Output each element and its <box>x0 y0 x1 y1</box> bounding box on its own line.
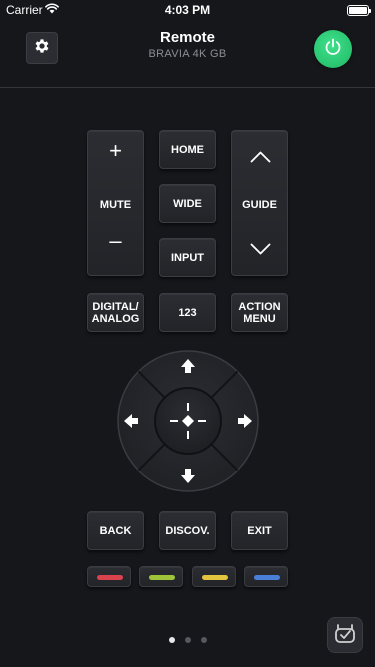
power-icon <box>323 37 343 62</box>
guide-button[interactable]: GUIDE <box>232 199 287 211</box>
action-menu-button[interactable]: ACTION MENU <box>231 293 288 332</box>
power-button[interactable] <box>314 30 352 68</box>
volume-down-button[interactable]: – <box>88 230 143 252</box>
exit-button[interactable]: EXIT <box>231 511 288 550</box>
page-dot[interactable] <box>185 637 191 643</box>
battery-icon <box>347 5 371 16</box>
dpad[interactable] <box>116 349 260 493</box>
blue-key[interactable] <box>244 566 288 587</box>
red-key[interactable] <box>87 566 131 587</box>
mute-button[interactable]: MUTE <box>88 199 143 211</box>
status-bar: Carrier 4:03 PM <box>0 0 375 20</box>
clock: 4:03 PM <box>164 3 211 17</box>
chevron-down-icon[interactable] <box>250 243 271 258</box>
yellow-key[interactable] <box>192 566 236 587</box>
color-bar <box>97 575 123 580</box>
green-key[interactable] <box>139 566 183 587</box>
color-bar <box>202 575 228 580</box>
header-divider <box>0 87 375 88</box>
color-bar <box>149 575 175 580</box>
back-button[interactable]: BACK <box>87 511 144 550</box>
wide-button[interactable]: WIDE <box>159 184 216 223</box>
page-dot[interactable] <box>201 637 207 643</box>
digital-analog-button[interactable]: DIGITAL/ ANALOG <box>87 293 144 332</box>
volume-rocker[interactable]: + MUTE – <box>87 130 144 276</box>
home-button[interactable]: HOME <box>159 130 216 169</box>
color-bar <box>254 575 280 580</box>
channel-rocker[interactable]: GUIDE <box>231 130 288 276</box>
chevron-up-icon[interactable] <box>250 151 271 166</box>
discover-button[interactable]: DISCOV. <box>159 511 216 550</box>
volume-up-button[interactable]: + <box>88 140 143 162</box>
input-button[interactable]: INPUT <box>159 238 216 277</box>
page-dot[interactable] <box>169 637 175 643</box>
number-pad-button[interactable]: 123 <box>159 293 216 332</box>
app-badge[interactable] <box>327 617 363 653</box>
app-logo-icon <box>333 621 357 650</box>
